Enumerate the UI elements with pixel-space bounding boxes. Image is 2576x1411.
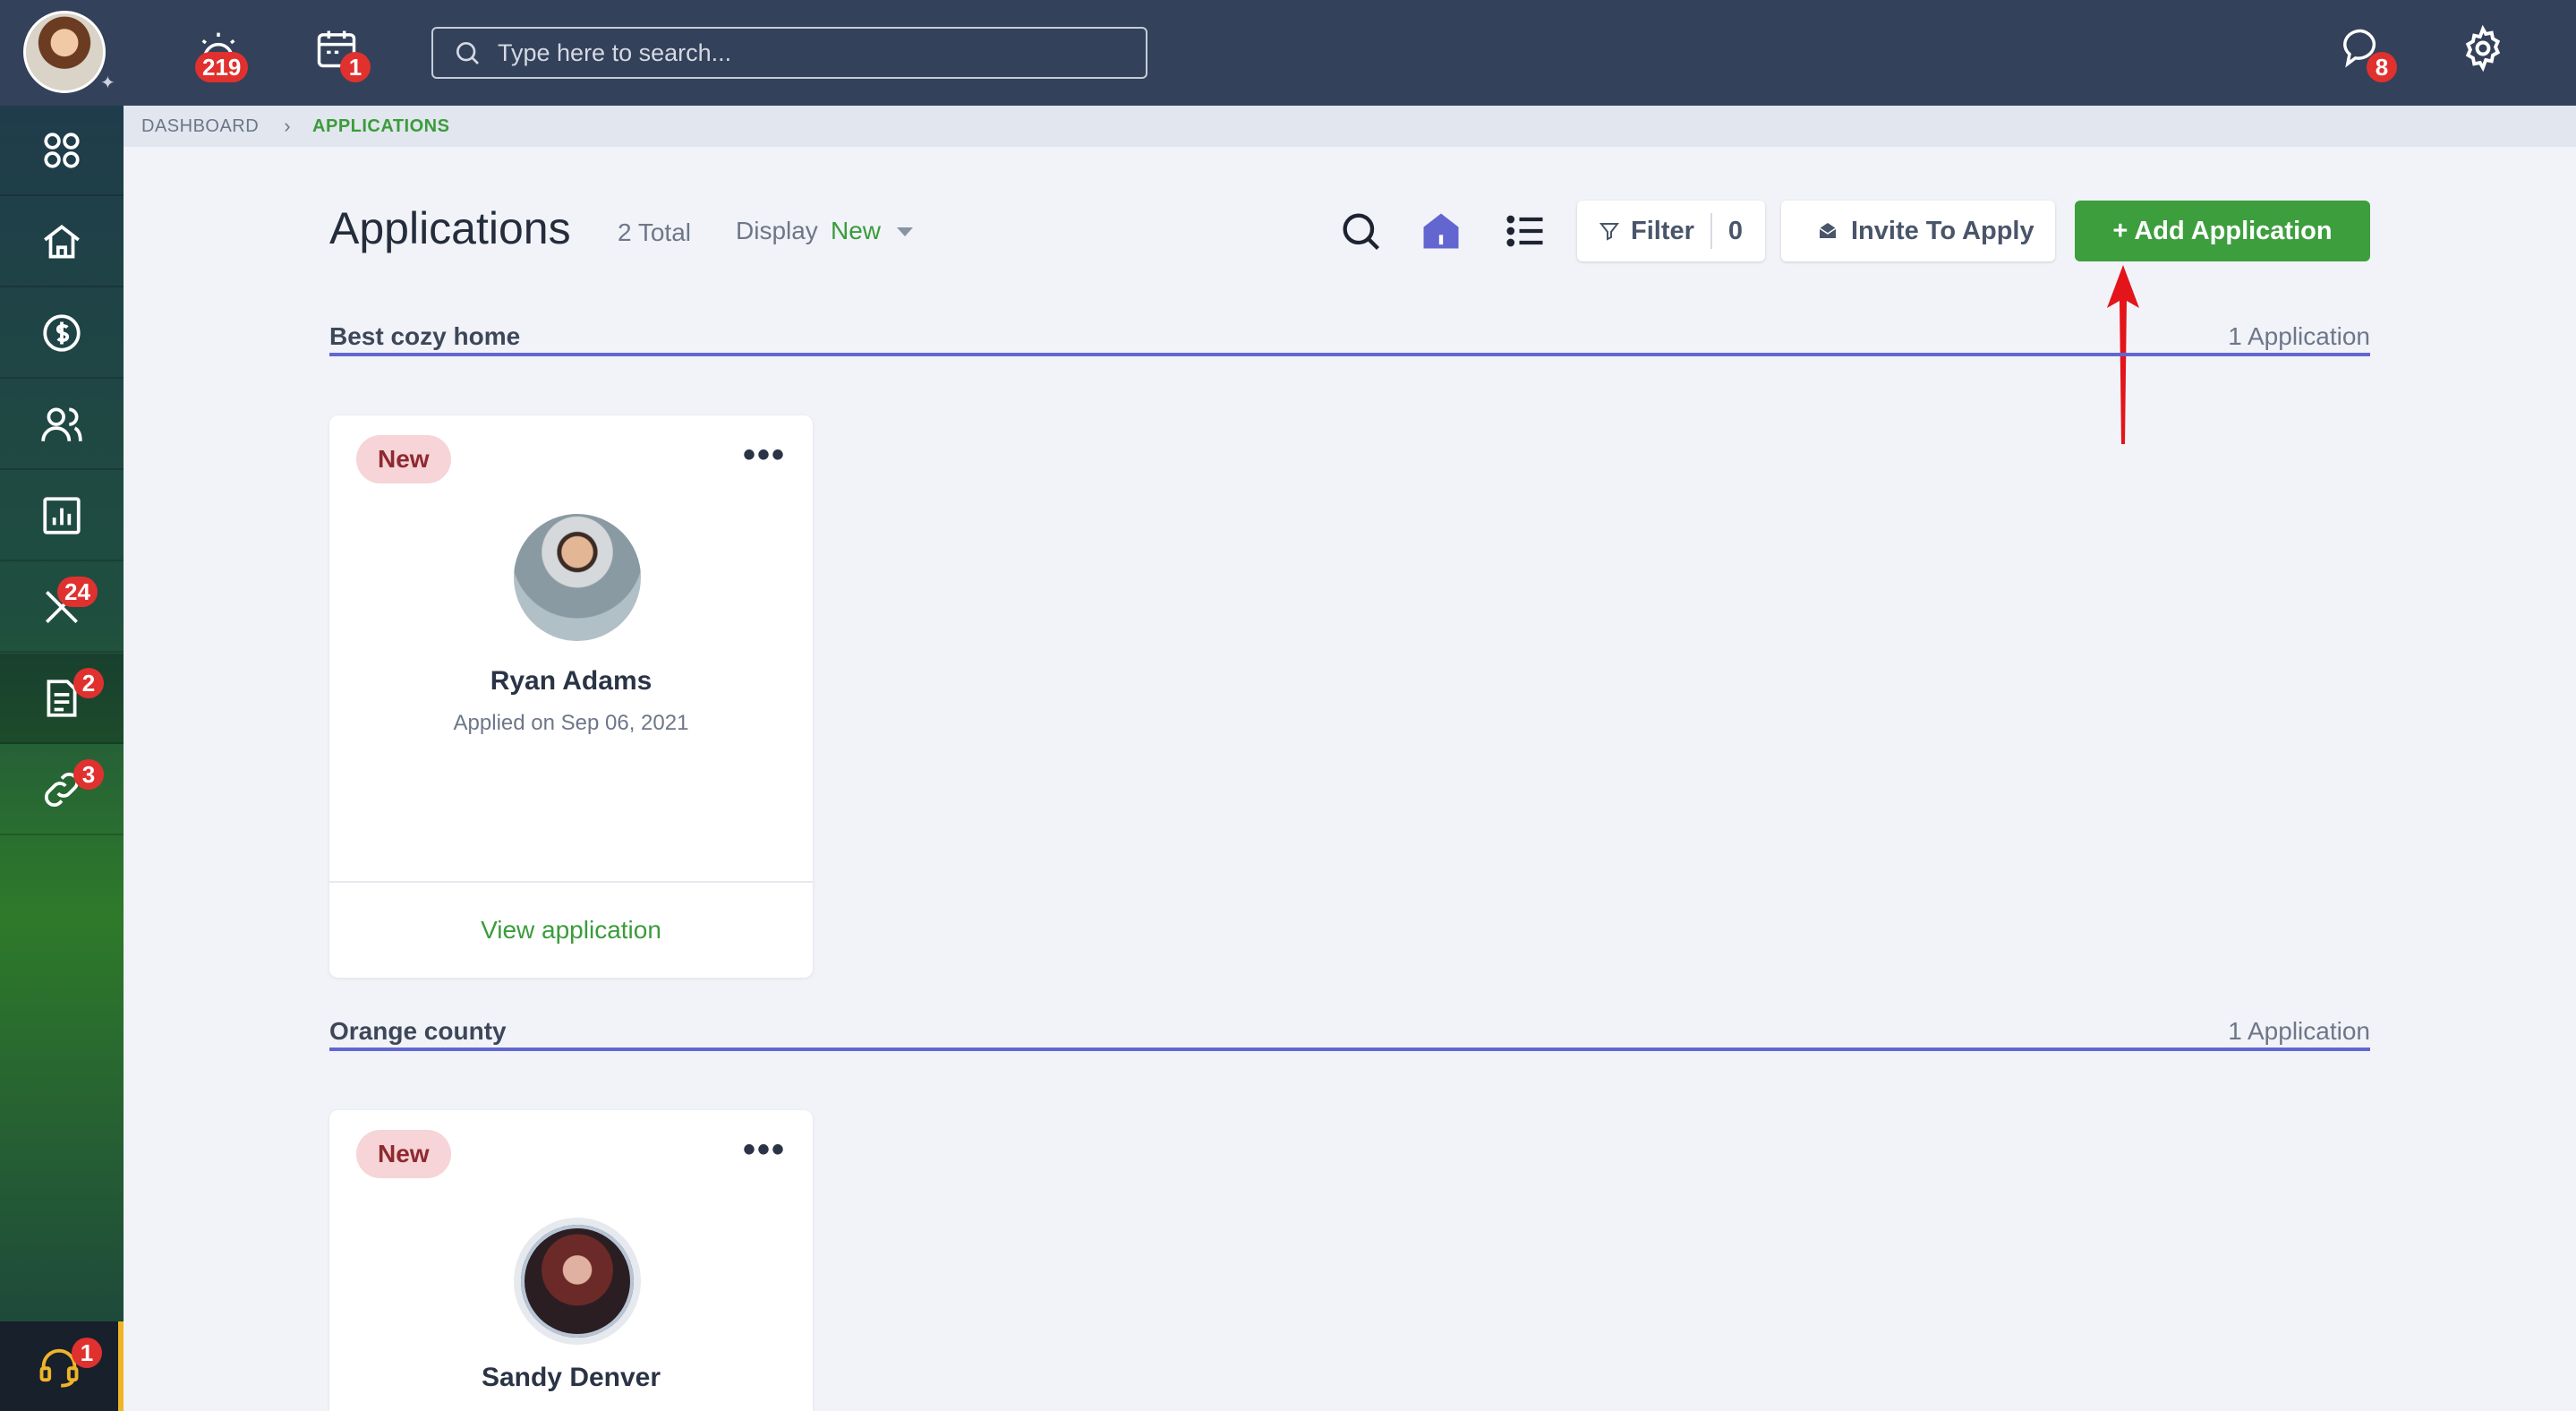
total-count: 2 Total [618, 218, 691, 246]
sidebar-item-people[interactable] [0, 380, 124, 470]
applicant-avatar [514, 1218, 641, 1345]
search-icon [456, 42, 479, 64]
sidebar-item-home[interactable] [0, 197, 124, 287]
filter-count: 0 [1727, 216, 1744, 245]
search-input[interactable] [498, 38, 1124, 67]
apps-grid-icon [44, 132, 80, 168]
view-application-link[interactable]: View application [329, 881, 813, 978]
applicant-name[interactable]: Sandy Denver [329, 1363, 813, 1393]
sidebar-item-money[interactable] [0, 288, 124, 379]
pin-icon: ✦ [100, 73, 115, 93]
group-count: 1 Application [2228, 322, 2370, 350]
group-name[interactable]: Best cozy home [329, 322, 520, 351]
people-icon [41, 406, 82, 441]
user-avatar[interactable] [23, 11, 106, 93]
calendar-badge: 1 [340, 52, 371, 82]
group-header: Best cozy home 1 Application [329, 315, 2370, 356]
sidebar: 24 2 3 [0, 106, 124, 1411]
more-options-icon[interactable]: ••• [743, 437, 786, 473]
search-toggle-icon[interactable] [1337, 208, 1384, 254]
breadcrumb-applications: APPLICATIONS [312, 115, 450, 136]
add-application-button[interactable]: + Add Application [2075, 201, 2370, 261]
filter-label: Filter [1631, 216, 1694, 245]
applied-date: Applied on Sep 06, 2021 [453, 711, 689, 735]
search-bar[interactable] [431, 27, 1147, 79]
chevron-right-icon: › [284, 115, 292, 137]
display-label: Display [736, 217, 818, 244]
dollar-icon [43, 313, 81, 352]
links-badge: 3 [73, 759, 104, 790]
applicant-name[interactable]: Ryan Adams [329, 666, 813, 697]
invite-to-apply-button[interactable]: Invite To Apply [1781, 201, 2055, 261]
chart-icon [43, 496, 81, 534]
sidebar-item-links[interactable] [0, 745, 124, 835]
applications-badge: 2 [73, 668, 104, 698]
messages-badge: 8 [2367, 52, 2397, 82]
application-card[interactable]: New ••• Sandy Denver [329, 1110, 813, 1411]
top-bar: ✦ 219 1 8 [0, 0, 2576, 106]
chevron-down-icon[interactable] [897, 227, 913, 236]
sidebar-item-reports[interactable] [0, 471, 124, 561]
tools-badge: 24 [57, 577, 98, 607]
sidebar-item-tools[interactable] [0, 562, 124, 653]
application-card[interactable]: New ••• Ryan Adams Applied on Sep 06, 20… [329, 415, 813, 978]
group-count: 1 Application [2228, 1017, 2370, 1045]
breadcrumb-dashboard[interactable]: DASHBOARD [141, 116, 259, 137]
page-title: Applications [329, 203, 571, 253]
filter-funnel-icon [1599, 223, 1620, 241]
invite-label: Invite To Apply [1851, 216, 2034, 245]
sidebar-item-apps[interactable] [0, 106, 124, 196]
property-view-icon[interactable] [1418, 208, 1464, 254]
filter-divider [1710, 213, 1712, 249]
group-name[interactable]: Orange county [329, 1017, 507, 1046]
support-badge: 1 [72, 1338, 102, 1368]
add-application-label: + Add Application [2112, 216, 2333, 245]
home-icon [44, 224, 80, 259]
support-button[interactable] [0, 1321, 124, 1411]
envelope-icon [1819, 223, 1837, 238]
sidebar-item-applications[interactable] [0, 654, 124, 744]
breadcrumb: DASHBOARD › APPLICATIONS [124, 106, 2576, 147]
applicant-avatar [514, 514, 641, 641]
status-badge: New [356, 1130, 451, 1178]
display-dropdown[interactable]: New [831, 217, 881, 245]
more-options-icon[interactable]: ••• [743, 1132, 786, 1167]
status-badge: New [356, 435, 451, 483]
filter-button[interactable]: Filter 0 [1577, 201, 1765, 261]
group-header: Orange county 1 Application [329, 1010, 2370, 1051]
settings-gear-icon[interactable] [2460, 24, 2513, 79]
alerts-badge: 219 [195, 52, 249, 82]
list-view-icon[interactable] [1502, 208, 1548, 254]
